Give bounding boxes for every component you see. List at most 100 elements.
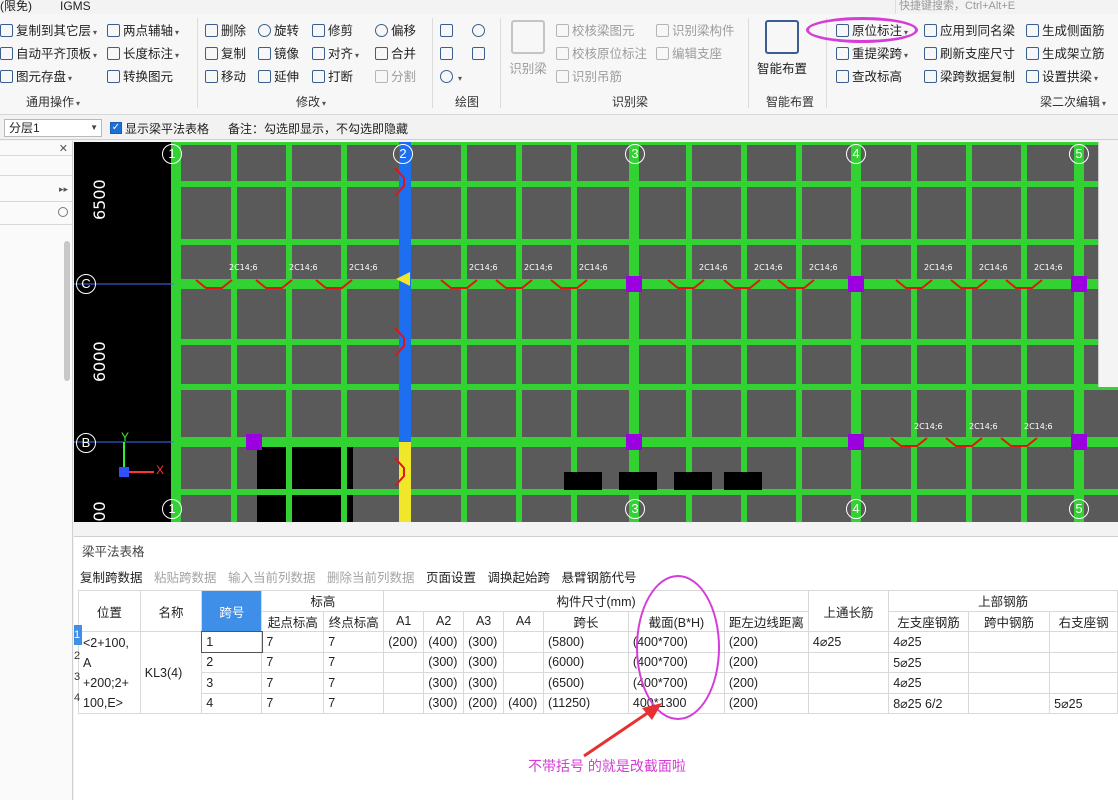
cell-right[interactable]: [1049, 651, 1118, 673]
split-button[interactable]: 分割: [375, 67, 416, 87]
cell-end[interactable]: 7: [323, 651, 385, 673]
close-icon[interactable]: ✕: [59, 142, 68, 155]
recognize-beam-member-button[interactable]: 识别梁构件: [656, 21, 735, 41]
cell-end[interactable]: 7: [323, 672, 385, 694]
recognize-beam-button[interactable]: 识别梁: [505, 20, 551, 77]
position-cell[interactable]: <2+100, A +200;2+ 100,E>: [78, 631, 141, 714]
layer-select[interactable]: 分层1 ▼: [4, 119, 102, 137]
arc-tool[interactable]: ▾: [440, 67, 462, 87]
cell-through[interactable]: [807, 672, 890, 694]
break-button[interactable]: 打断: [312, 67, 353, 87]
generate-side-rebar-button[interactable]: 生成侧面筋: [1026, 21, 1105, 41]
cell-a1[interactable]: (200): [383, 631, 425, 653]
trim-button[interactable]: 修剪: [312, 21, 353, 41]
cantilever-rebar-code-button[interactable]: 悬臂钢筋代号: [562, 571, 637, 585]
cell-mid[interactable]: [967, 631, 1051, 653]
cell-span[interactable]: 1: [200, 630, 263, 653]
cell-a4[interactable]: [503, 631, 545, 653]
two-point-axis-button[interactable]: 两点辅轴 ▾: [107, 21, 179, 41]
cell-start[interactable]: 7: [261, 651, 325, 673]
cell-a2[interactable]: (300): [423, 692, 465, 714]
auto-align-slab-button[interactable]: 自动平齐顶板 ▾: [0, 44, 97, 64]
extend-button[interactable]: 延伸: [258, 67, 299, 87]
convert-element-button[interactable]: 转换图元: [107, 67, 173, 87]
cell-a1[interactable]: [383, 651, 425, 673]
cell-left[interactable]: 8⌀25 6/2: [888, 692, 969, 714]
offset-button[interactable]: 偏移: [375, 21, 416, 41]
cell-left[interactable]: 4⌀25: [888, 672, 969, 694]
delete-column-data-button[interactable]: 删除当前列数据: [327, 571, 415, 585]
circle-tool[interactable]: [472, 21, 488, 41]
cell-a3[interactable]: (300): [463, 631, 505, 653]
move-button[interactable]: 移动: [205, 67, 246, 87]
cell-span[interactable]: 2: [201, 651, 263, 673]
cell-mid[interactable]: [967, 672, 1051, 694]
line-tool[interactable]: [440, 44, 456, 64]
cell-span[interactable]: 4: [201, 692, 263, 714]
cell-a2[interactable]: (300): [423, 651, 465, 673]
cell-a2[interactable]: (400): [423, 631, 465, 653]
check-beam-element-button[interactable]: 校核梁图元: [556, 21, 635, 41]
cell-end[interactable]: 7: [323, 631, 385, 653]
table-row[interactable]: <2+100, A +200;2+ 100,E> KL3(4) 1 7 7 (200) (400)…: [78, 630, 1118, 714]
cell-mid[interactable]: [967, 651, 1051, 673]
search-icon[interactable]: [58, 207, 68, 217]
apply-same-name-beam-button[interactable]: 应用到同名梁: [924, 21, 1015, 41]
point-tool[interactable]: [440, 21, 456, 41]
floor-plan-drawing[interactable]: 2C14;6 2C14;6 2C14;6 2C14;6 2C14;6 2C14;6 2C14…: [74, 142, 1118, 522]
cell-a4[interactable]: (400): [503, 692, 545, 714]
re-extract-span-button[interactable]: 重提梁跨 ▾: [836, 44, 908, 64]
cell-start[interactable]: 7: [261, 692, 325, 714]
check-elevation-button[interactable]: 查改标高: [836, 67, 902, 87]
cell-edge[interactable]: (200): [723, 692, 809, 714]
modify-group-label[interactable]: 修改 ▾: [296, 93, 326, 110]
cell-span[interactable]: 3: [201, 672, 263, 694]
expand-icon[interactable]: ▸▸: [59, 184, 68, 195]
cell-len[interactable]: (6500): [543, 672, 629, 694]
check-in-place-mark-button[interactable]: 校核原位标注: [556, 44, 647, 64]
cell-len[interactable]: (5800): [543, 631, 629, 653]
cell-edge[interactable]: (200): [723, 631, 809, 653]
cell-a3[interactable]: (300): [463, 672, 505, 694]
row-number[interactable]: 2: [74, 646, 82, 666]
secondary-group-label[interactable]: 梁二次编辑 ▾: [1040, 93, 1106, 110]
scrollbar[interactable]: [64, 241, 70, 381]
save-element-button[interactable]: 图元存盘 ▾: [0, 67, 72, 87]
cell-a1[interactable]: [383, 692, 425, 714]
col-header-span[interactable]: 跨号: [201, 590, 263, 632]
recognize-hanger-button[interactable]: 识别吊筋: [556, 67, 622, 87]
paste-span-data-button[interactable]: 粘贴跨数据: [154, 571, 217, 585]
cell-a4[interactable]: [503, 651, 545, 673]
row-number[interactable]: 4: [74, 688, 82, 708]
row-number[interactable]: 3: [74, 667, 82, 687]
igms-menu[interactable]: IGMS: [60, 0, 91, 13]
general-group-label[interactable]: 通用操作 ▾: [26, 93, 80, 110]
mirror-button[interactable]: 镜像: [258, 44, 299, 64]
cell-end[interactable]: 7: [323, 692, 385, 714]
cell-a3[interactable]: (200): [463, 692, 505, 714]
rotate-button[interactable]: 旋转: [258, 21, 299, 41]
cell-mid[interactable]: [967, 692, 1051, 714]
beam-name-cell[interactable]: KL3(4): [139, 631, 203, 714]
merge-button[interactable]: 合并: [375, 44, 416, 64]
edit-support-button[interactable]: 编辑支座: [656, 44, 722, 64]
cell-a3[interactable]: (300): [463, 651, 505, 673]
swap-start-span-button[interactable]: 调换起始跨: [488, 571, 551, 585]
cell-through[interactable]: [807, 651, 890, 673]
show-table-checkbox[interactable]: ✓: [110, 122, 122, 134]
cell-right[interactable]: [1049, 631, 1118, 653]
cell-left[interactable]: 4⌀25: [888, 631, 969, 653]
cell-through[interactable]: 4⌀25: [807, 631, 890, 653]
cell-through[interactable]: [807, 692, 890, 714]
right-tool-strip[interactable]: [1098, 142, 1118, 387]
cell-start[interactable]: 7: [261, 631, 325, 653]
table-row[interactable]: 2 7 7 (300) (300) (6000) (400*700) (200) 5⌀25: [79, 651, 1118, 673]
cell-a4[interactable]: [503, 672, 545, 694]
cell-len[interactable]: (6000): [543, 651, 629, 673]
copy-to-other-floor-button[interactable]: 复制到其它层 ▾: [0, 21, 97, 41]
input-column-data-button[interactable]: 输入当前列数据: [228, 571, 316, 585]
drawing-canvas[interactable]: 2C14;6 2C14;6 2C14;6 2C14;6 2C14;6 2C14;6 2C14…: [74, 142, 1118, 522]
cell-a2[interactable]: (300): [423, 672, 465, 694]
cell-right[interactable]: [1049, 672, 1118, 694]
rect-tool[interactable]: [472, 44, 488, 64]
